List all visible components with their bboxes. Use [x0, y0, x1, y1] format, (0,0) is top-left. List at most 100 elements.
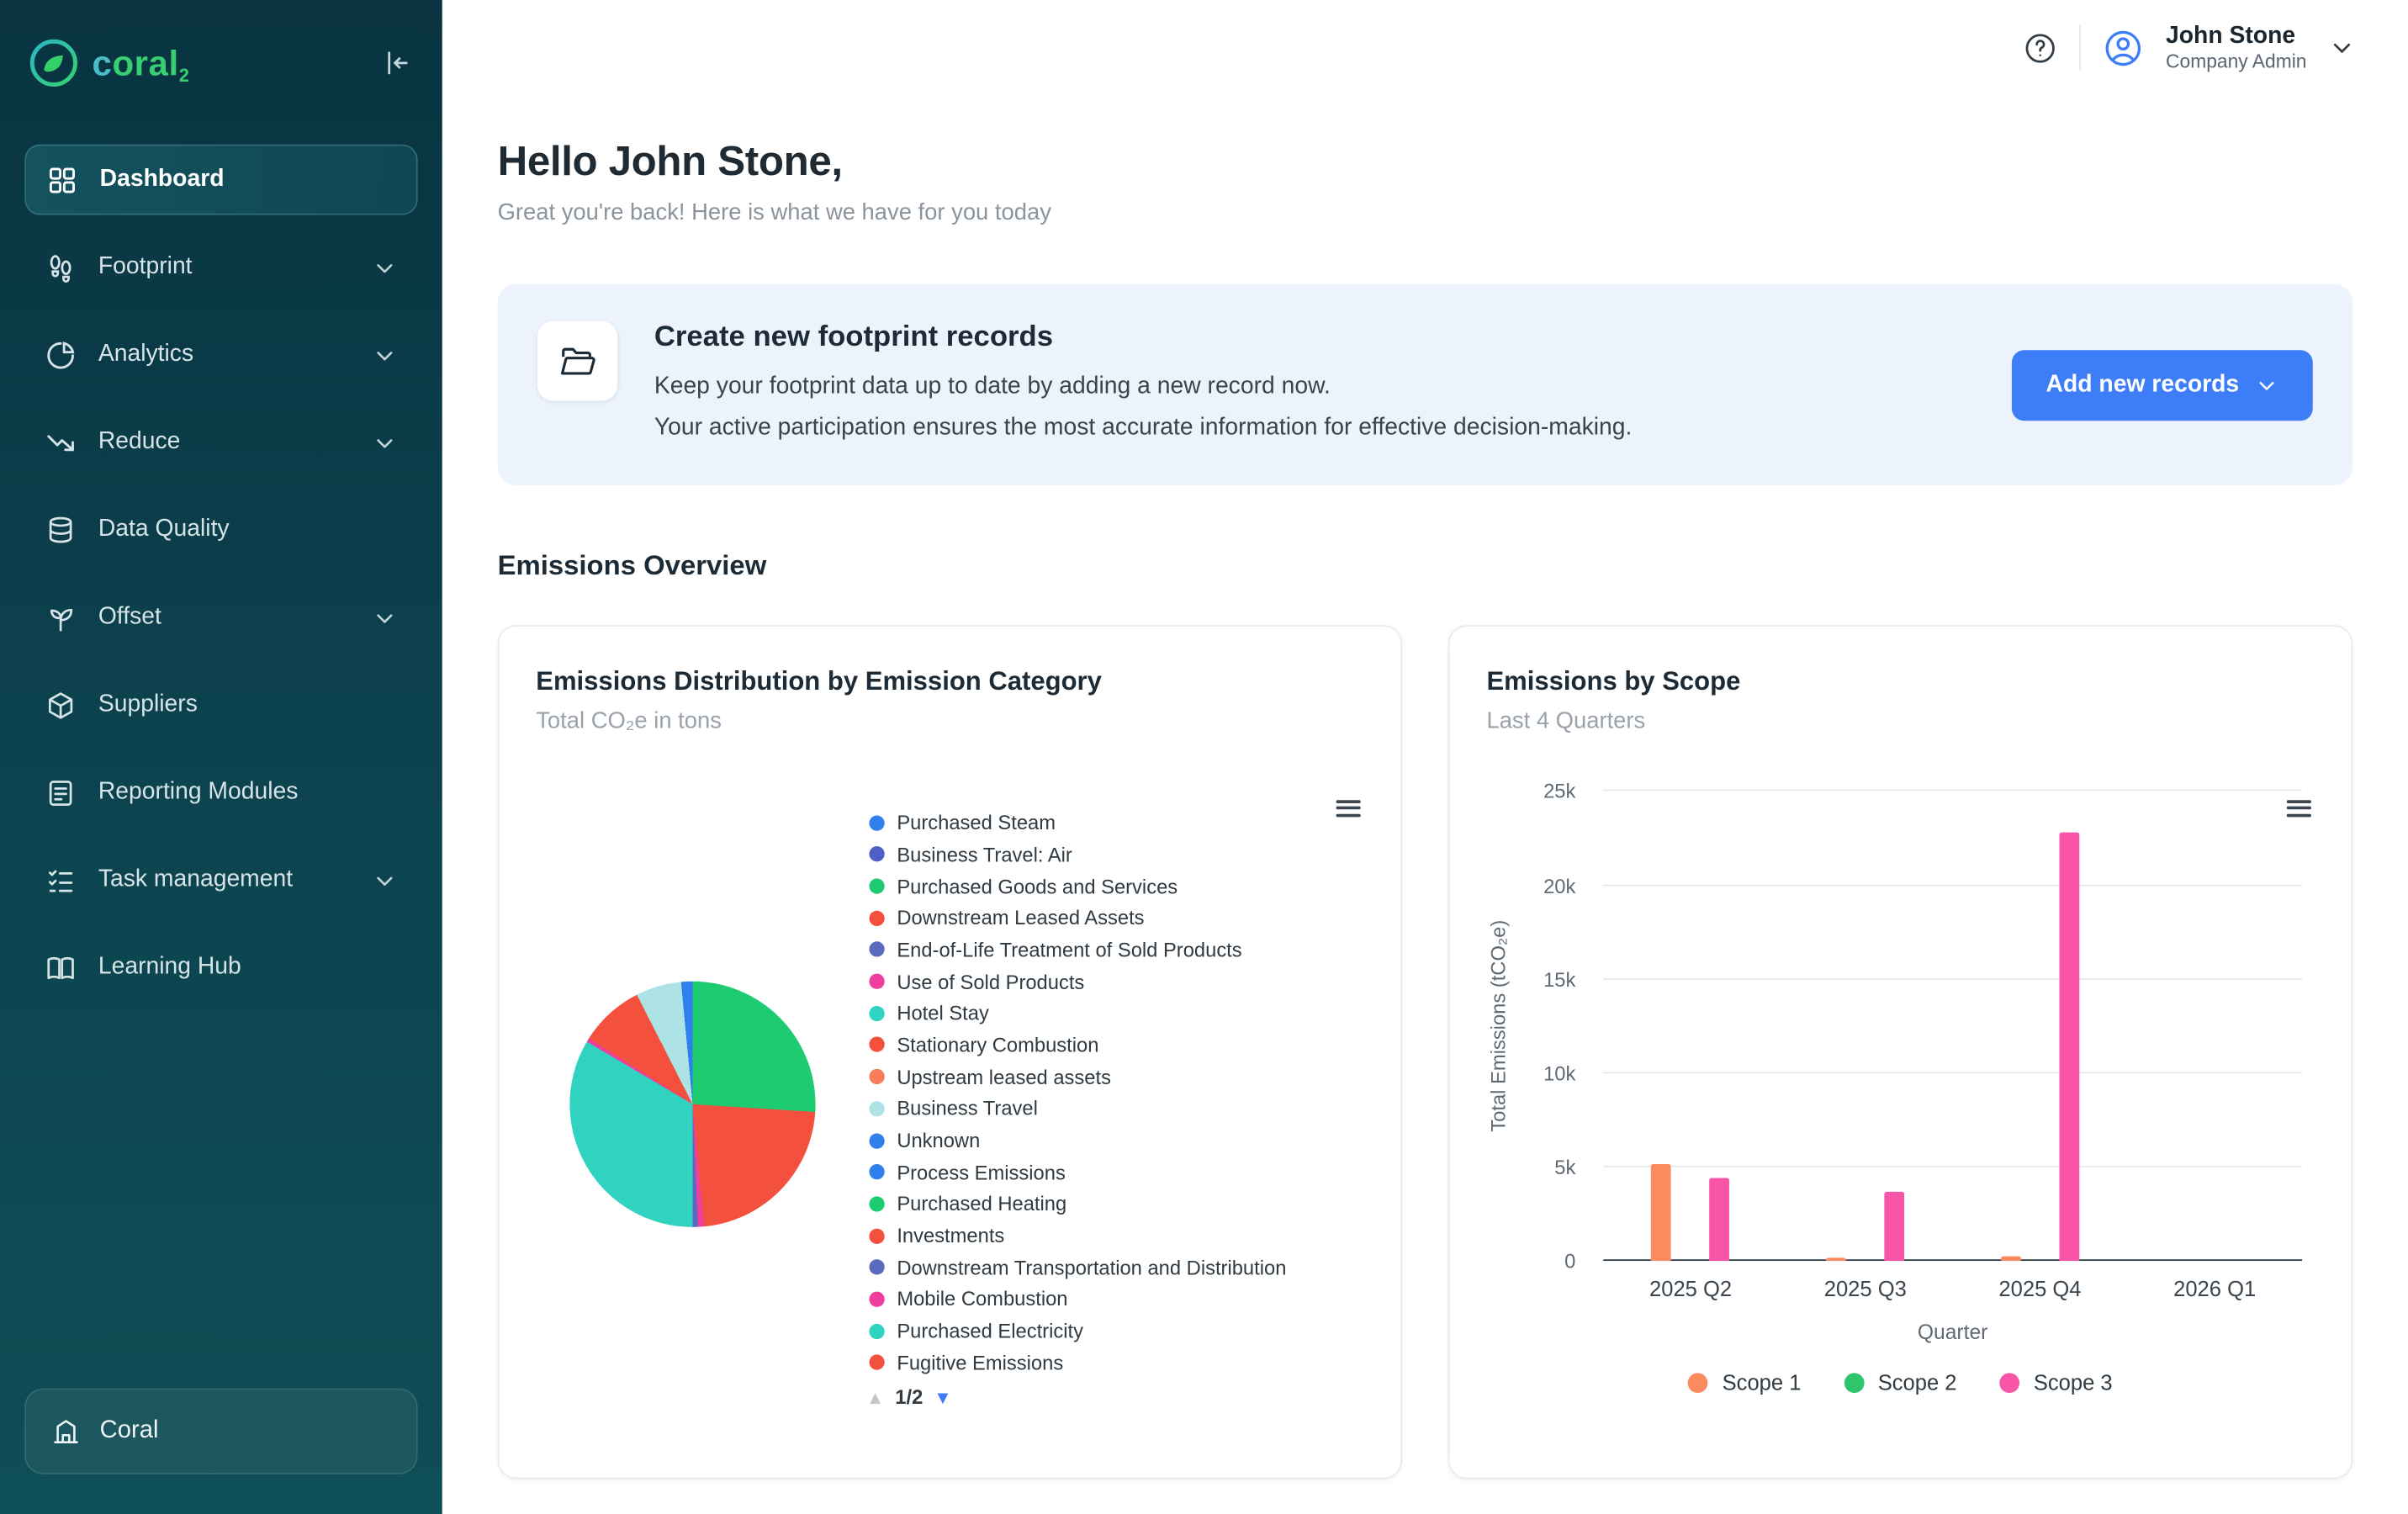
folder-icon [537, 321, 617, 401]
legend-item[interactable]: Business Travel [869, 1093, 1363, 1125]
legend-item[interactable]: Business Travel: Air [869, 839, 1363, 871]
legend-scope-1[interactable]: Scope 1 [1688, 1370, 1801, 1395]
user-menu[interactable]: John Stone Company Admin [2166, 21, 2306, 75]
legend-dot [869, 974, 884, 989]
legend-scope-2[interactable]: Scope 2 [1844, 1370, 1957, 1395]
legend-item[interactable]: Purchased Goods and Services [869, 871, 1363, 903]
sidebar: coral2 DashboardFootprintAnalyticsReduce… [0, 0, 442, 1514]
category-card-title: Emissions Distribution by Emission Categ… [536, 667, 1363, 698]
legend-label: Unknown [897, 1129, 980, 1151]
sidebar-item-reduce[interactable]: Reduce [24, 407, 417, 478]
legend-label: Scope 1 [1723, 1370, 1802, 1395]
sidebar-item-label: Footprint [98, 253, 193, 281]
legend-label: Purchased Goods and Services [897, 875, 1178, 897]
sidebar-item-task-management[interactable]: Task management [24, 844, 417, 915]
page-subtitle: Great you're back! Here is what we have … [498, 199, 2353, 225]
help-icon[interactable] [2023, 30, 2058, 66]
legend-item[interactable]: Unknown [869, 1125, 1363, 1157]
sidebar-footer-coral[interactable]: Coral [24, 1389, 417, 1474]
add-new-records-label: Add new records [2046, 371, 2240, 399]
bar-scope-1[interactable] [2001, 1256, 2021, 1262]
y-tick-label: 5k [1554, 1156, 1575, 1178]
legend-item[interactable]: Upstream leased assets [869, 1061, 1363, 1093]
user-menu-chevron-down-icon[interactable] [2328, 34, 2356, 61]
bar-group-2026-q1 [2127, 791, 2302, 1262]
dashboard-icon [46, 163, 78, 195]
chevron-down-icon [372, 341, 398, 368]
x-tick-label: 2025 Q4 [1953, 1277, 2128, 1301]
legend-item[interactable]: Mobile Combustion [869, 1284, 1363, 1315]
data-quality-icon [45, 514, 77, 546]
legend-dot [869, 1355, 884, 1370]
y-axis: 05k10k15k20k25k [1511, 791, 1591, 1262]
legend-pager: ▲ 1/2 ▼ [866, 1386, 952, 1409]
scope-emissions-card: Emissions by Scope Last 4 Quarters Total… [1448, 626, 2352, 1480]
x-tick-label: 2026 Q1 [2127, 1277, 2302, 1301]
banner-line1: Keep your footprint data up to date by a… [654, 367, 1633, 408]
sidebar-item-label: Reduce [98, 428, 181, 456]
sidebar-item-data-quality[interactable]: Data Quality [24, 495, 417, 565]
chevron-down-icon [372, 254, 398, 280]
legend-item[interactable]: End-of-Life Treatment of Sold Products [869, 934, 1363, 966]
reporting-icon [45, 776, 77, 808]
legend-item[interactable]: Purchased Electricity [869, 1315, 1363, 1347]
sidebar-collapse-icon[interactable] [381, 48, 412, 79]
legend-dot [869, 1164, 884, 1179]
sidebar-menu: Dashboard Footprint Analytics Reduce Data Qu… [24, 145, 417, 1003]
legend-item[interactable]: Purchased Heating [869, 1188, 1363, 1220]
legend-page-indicator: 1/2 [895, 1386, 923, 1409]
legend-label: End-of-Life Treatment of Sold Products [897, 938, 1241, 961]
legend-item[interactable]: Downstream Transportation and Distributi… [869, 1252, 1363, 1284]
y-tick-label: 10k [1543, 1061, 1575, 1084]
legend-dot [869, 1292, 884, 1307]
suppliers-icon [45, 689, 77, 721]
sidebar-item-offset[interactable]: Offset [24, 582, 417, 653]
bar-scope-1[interactable] [1826, 1258, 1846, 1261]
legend-label: Scope 2 [1878, 1370, 1957, 1395]
legend-item[interactable]: Use of Sold Products [869, 966, 1363, 998]
bar-group-2025-q2 [1603, 791, 1778, 1262]
legend-dot [2000, 1373, 2020, 1393]
y-axis-label: Total Emissions (tCO₂e) [1486, 791, 1511, 1262]
legend-item[interactable]: Investments [869, 1220, 1363, 1252]
legend-label: Upstream leased assets [897, 1066, 1111, 1088]
user-avatar-icon[interactable] [2103, 27, 2144, 68]
legend-dot [869, 1260, 884, 1275]
emissions-overview-title: Emissions Overview [498, 550, 2353, 582]
legend-item[interactable]: Purchased Steam [869, 807, 1363, 839]
legend-item[interactable]: Hotel Stay [869, 998, 1363, 1030]
bar-group-2025-q4 [1953, 791, 2128, 1262]
legend-scope-3[interactable]: Scope 3 [2000, 1370, 2113, 1395]
y-tick-label: 15k [1543, 968, 1575, 991]
legend-item[interactable]: Downstream Leased Assets [869, 902, 1363, 934]
legend-label: Process Emissions [897, 1161, 1066, 1183]
bar-scope-1[interactable] [1652, 1163, 1672, 1261]
legend-page-up-icon[interactable]: ▲ [866, 1386, 885, 1408]
footprint-icon [45, 251, 77, 283]
legend-item[interactable]: Process Emissions [869, 1157, 1363, 1188]
legend-page-down-icon[interactable]: ▼ [934, 1386, 952, 1408]
scope-card-subtitle: Last 4 Quarters [1486, 708, 2314, 734]
legend-item[interactable]: Stationary Combustion [869, 1030, 1363, 1061]
bar-scope-3[interactable] [1885, 1192, 1905, 1262]
legend-dot [869, 1006, 884, 1021]
scope-legend: Scope 1 Scope 2 Scope 3 [1486, 1370, 2314, 1395]
sidebar-item-reporting-modules[interactable]: Reporting Modules [24, 757, 417, 828]
category-legend: Purchased SteamBusiness Travel: Air Purch… [869, 807, 1363, 1379]
legend-label: Use of Sold Products [897, 970, 1084, 993]
sidebar-item-dashboard[interactable]: Dashboard [24, 145, 417, 215]
user-role: Company Admin [2166, 50, 2306, 75]
sidebar-item-analytics[interactable]: Analytics [24, 320, 417, 390]
bar-scope-3[interactable] [2059, 833, 2079, 1262]
sidebar-item-suppliers[interactable]: Suppliers [24, 670, 417, 740]
bar-scope-3[interactable] [1710, 1178, 1730, 1261]
sidebar-item-label: Data Quality [98, 516, 230, 543]
topbar-divider [2080, 24, 2082, 71]
sidebar-item-learning-hub[interactable]: Learning Hub [24, 932, 417, 1003]
legend-item[interactable]: Fugitive Emissions [869, 1347, 1363, 1379]
sidebar-item-footprint[interactable]: Footprint [24, 232, 417, 303]
add-new-records-button[interactable]: Add new records [2012, 350, 2312, 421]
sidebar-item-label: Reporting Modules [98, 779, 299, 807]
legend-label: Hotel Stay [897, 1002, 989, 1024]
category-pie-chart[interactable] [569, 982, 815, 1227]
